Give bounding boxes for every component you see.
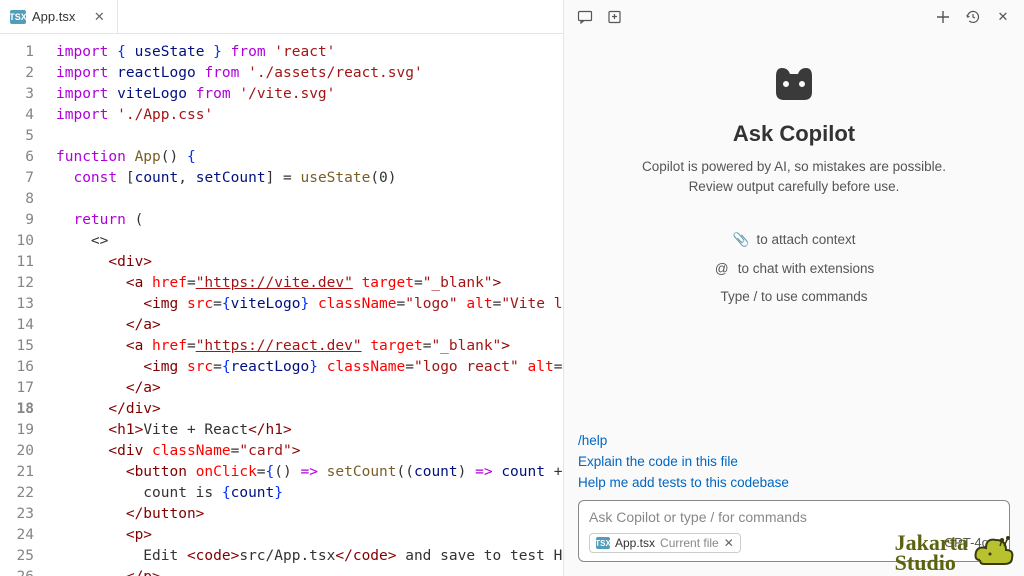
code-line[interactable]: <a href="https://vite.dev" target="_blan… [56, 273, 563, 294]
line-number: 18 [0, 399, 34, 420]
line-number: 26 [0, 567, 34, 576]
tsx-file-icon: TSX [596, 537, 610, 549]
hint-icon: 📎 [732, 232, 748, 248]
line-number: 23 [0, 504, 34, 525]
line-number: 9 [0, 210, 34, 231]
code-line[interactable]: return ( [56, 210, 563, 231]
line-number: 2 [0, 63, 34, 84]
line-number: 8 [0, 189, 34, 210]
code-line[interactable]: <h1>Vite + React</h1> [56, 420, 563, 441]
line-number: 21 [0, 462, 34, 483]
code-line[interactable]: <p> [56, 525, 563, 546]
line-number: 6 [0, 147, 34, 168]
code-line[interactable]: <button onClick={() => setCount((count) … [56, 462, 563, 483]
line-number: 15 [0, 336, 34, 357]
hint-row: 📎 to attach context [714, 232, 875, 248]
code-editor[interactable]: 1234567891011121314151617181920212223242… [0, 34, 563, 576]
file-tab[interactable]: TSX App.tsx ✕ [0, 0, 118, 33]
chat-placeholder: Ask Copilot or type / for commands [589, 509, 999, 525]
chip-filename: App.tsx [615, 536, 655, 550]
line-number: 10 [0, 231, 34, 252]
line-number: 14 [0, 315, 34, 336]
code-line[interactable]: <img src={viteLogo} className="logo" alt… [56, 294, 563, 315]
line-number: 7 [0, 168, 34, 189]
model-selector[interactable]: GPT-4o ▾ [944, 535, 999, 551]
code-line[interactable] [56, 189, 563, 210]
line-number: 1 [0, 42, 34, 63]
close-panel-icon[interactable]: ✕ [992, 6, 1014, 28]
line-number: 24 [0, 525, 34, 546]
context-chip[interactable]: TSX App.tsx Current file ✕ [589, 533, 741, 553]
comment-icon[interactable] [574, 6, 596, 28]
hint-row: @ to chat with extensions [714, 261, 875, 276]
code-line[interactable]: Edit <code>src/App.tsx</code> and save t… [56, 546, 563, 567]
code-line[interactable]: </p> [56, 567, 563, 576]
chip-remove-icon[interactable]: ✕ [724, 536, 734, 550]
plus-icon[interactable] [932, 6, 954, 28]
copilot-title: Ask Copilot [733, 121, 855, 147]
code-line[interactable]: </button> [56, 504, 563, 525]
suggestion-link[interactable]: Explain the code in this file [578, 454, 1010, 469]
line-number: 11 [0, 252, 34, 273]
code-line[interactable]: <a href="https://react.dev" target="_bla… [56, 336, 563, 357]
hint-icon: @ [714, 261, 730, 276]
code-line[interactable]: count is {count} [56, 483, 563, 504]
code-line[interactable]: function App() { [56, 147, 563, 168]
close-tab-icon[interactable]: ✕ [91, 9, 107, 25]
line-number: 25 [0, 546, 34, 567]
code-line[interactable]: <div className="card"> [56, 441, 563, 462]
copilot-panel: ✕ Ask Copilot Copilot is powered by AI, … [564, 0, 1024, 576]
line-number: 13 [0, 294, 34, 315]
code-line[interactable] [56, 126, 563, 147]
code-line[interactable]: <div> [56, 252, 563, 273]
code-line[interactable]: import './App.css' [56, 105, 563, 126]
code-line[interactable]: import reactLogo from './assets/react.sv… [56, 63, 563, 84]
hint-text: Type / to use commands [720, 289, 867, 304]
suggestion-link[interactable]: Help me add tests to this codebase [578, 475, 1010, 490]
line-number: 17 [0, 378, 34, 399]
code-line[interactable]: <img src={reactLogo} className="logo rea… [56, 357, 563, 378]
line-number: 22 [0, 483, 34, 504]
copilot-subtitle: Copilot is powered by AI, so mistakes ar… [619, 157, 969, 198]
hint-text: to attach context [756, 232, 855, 247]
tab-bar: TSX App.tsx ✕ [0, 0, 563, 34]
tsx-file-icon: TSX [10, 10, 26, 24]
copilot-logo-icon [772, 64, 816, 107]
new-chat-icon[interactable] [604, 6, 626, 28]
code-line[interactable]: <> [56, 231, 563, 252]
code-line[interactable]: </a> [56, 315, 563, 336]
history-icon[interactable] [962, 6, 984, 28]
code-line[interactable]: import { useState } from 'react' [56, 42, 563, 63]
hint-text: to chat with extensions [738, 261, 875, 276]
line-number: 4 [0, 105, 34, 126]
suggestion-link[interactable]: /help [578, 433, 1010, 448]
code-line[interactable]: </a> [56, 378, 563, 399]
code-line[interactable]: import viteLogo from '/vite.svg' [56, 84, 563, 105]
line-number: 12 [0, 273, 34, 294]
code-line[interactable]: const [count, setCount] = useState(0) [56, 168, 563, 189]
chat-input-box[interactable]: Ask Copilot or type / for commands TSX A… [578, 500, 1010, 562]
tab-filename: App.tsx [32, 9, 75, 24]
line-number: 19 [0, 420, 34, 441]
code-line[interactable]: </div> [56, 399, 563, 420]
copilot-toolbar: ✕ [564, 0, 1024, 34]
line-number: 5 [0, 126, 34, 147]
chip-tag: Current file [660, 536, 719, 550]
hint-row: Type / to use commands [714, 289, 875, 304]
line-number: 16 [0, 357, 34, 378]
line-number: 20 [0, 441, 34, 462]
line-number: 3 [0, 84, 34, 105]
editor-pane: TSX App.tsx ✕ 12345678910111213141516171… [0, 0, 564, 576]
